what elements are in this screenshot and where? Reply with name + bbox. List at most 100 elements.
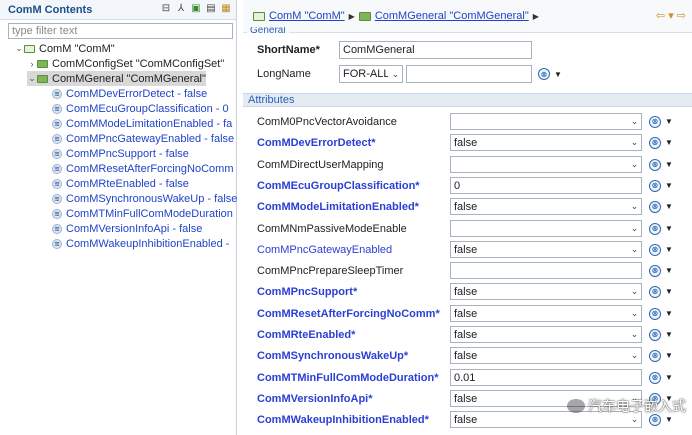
tree-node-configset[interactable]: › ComMConfigSet "ComMConfigSet" [27, 56, 225, 71]
tree-leaf[interactable]: ≋ ComMTMinFullComModeDuration [52, 206, 233, 221]
attribute-value-select[interactable]: false ⌄ [450, 347, 642, 364]
watermark-text: 汽车电子嵌入式 [588, 398, 686, 414]
reset-value-icon[interactable]: ⊗ [649, 243, 661, 256]
reset-value-icon[interactable]: ⊗ [649, 264, 661, 277]
chevron-down-icon[interactable]: ⌄ [627, 221, 641, 236]
longname-input[interactable] [406, 65, 532, 83]
dropdown-arrow-icon[interactable]: ▼ [665, 138, 673, 147]
reset-value-icon[interactable]: ⊗ [649, 285, 661, 298]
attribute-value-select[interactable]: false ⌄ [450, 198, 642, 215]
wechat-logo-icon [567, 399, 585, 413]
tree-leaf[interactable]: ≋ ComMDevErrorDetect - false [52, 86, 207, 101]
attribute-value-select[interactable]: ⌄ [450, 220, 642, 237]
reset-value-icon[interactable]: ⊗ [649, 307, 661, 320]
chevron-down-icon[interactable]: ⌄ [627, 157, 641, 172]
attribute-row: ComMDevErrorDetect* false ⌄ ⊗ ▼ [257, 132, 692, 153]
chevron-down-icon[interactable]: ⌄ [627, 306, 641, 321]
chevron-down-icon[interactable]: ⌄ [627, 327, 641, 342]
tree-node-general[interactable]: ⌄ ComMGeneral "ComMGeneral" [27, 71, 206, 86]
attribute-value-select[interactable]: ⌄ [450, 113, 642, 130]
dropdown-arrow-icon[interactable]: ▼ [665, 287, 673, 296]
tree-leaf[interactable]: ≋ ComMVersionInfoApi - false [52, 221, 202, 236]
dropdown-arrow-icon[interactable]: ▼ [665, 351, 673, 360]
attribute-name: ComMNmPassiveModeEnable [257, 222, 407, 235]
view-menu-icon[interactable]: ▦ [220, 3, 232, 15]
shortname-input[interactable]: ComMGeneral [339, 41, 532, 59]
dropdown-arrow-icon[interactable]: ▼ [665, 309, 673, 318]
reset-value-icon[interactable]: ⊗ [649, 371, 661, 384]
tree-leaf[interactable]: ≋ ComMWakeupInhibitionEnabled - [52, 236, 229, 251]
folder-icon [37, 74, 48, 83]
attribute-name: ComMWakeupInhibitionEnabled* [257, 413, 429, 426]
reset-value-icon[interactable]: ⊗ [649, 136, 661, 149]
tree-leaf[interactable]: ≋ ComMResetAfterForcingNoComm [52, 161, 233, 176]
longname-language-select[interactable]: FOR-ALL ⌄ [339, 65, 403, 83]
tree-leaf-label: ComMRteEnabled - false [66, 177, 189, 190]
parameter-icon: ≋ [52, 148, 62, 159]
expand-chevron-icon[interactable]: › [27, 59, 37, 69]
reset-value-icon[interactable]: ⊗ [649, 179, 661, 192]
reset-value-icon[interactable]: ⊗ [649, 222, 661, 235]
tree-leaf[interactable]: ≋ ComMSynchronousWakeUp - false [52, 191, 237, 206]
attribute-row: ComMPncGatewayEnabled false ⌄ ⊗ ▼ [257, 239, 692, 260]
chevron-down-icon[interactable]: ⌄ [627, 199, 641, 214]
back-navigation-icon[interactable]: ⇦ ▾ ⇨ [656, 9, 686, 22]
dropdown-arrow-icon[interactable]: ▼ [665, 202, 673, 211]
dropdown-arrow-icon[interactable]: ▼ [665, 330, 673, 339]
reset-value-icon[interactable]: ⊗ [538, 68, 550, 80]
dropdown-arrow-icon[interactable]: ▼ [665, 245, 673, 254]
attribute-value-select[interactable]: false ⌄ [450, 241, 642, 258]
longname-label: LongName [257, 68, 311, 80]
filter-icon[interactable]: ⅄ [175, 3, 187, 15]
filter-input[interactable] [8, 23, 233, 39]
parameter-icon: ≋ [52, 103, 62, 114]
attribute-value-select[interactable]: false ⌄ [450, 305, 642, 322]
contents-header: ComM Contents ⊟ ⅄ ▣ ▤ ▦ [0, 0, 236, 20]
reset-value-icon[interactable]: ⊗ [649, 200, 661, 213]
folder-icon [37, 59, 48, 68]
tree-leaf[interactable]: ≋ ComMPncSupport - false [52, 146, 189, 161]
attribute-value-input[interactable] [450, 262, 642, 279]
attribute-value-select[interactable]: false ⌄ [450, 326, 642, 343]
chevron-down-icon[interactable]: ⌄ [627, 348, 641, 363]
dropdown-arrow-icon[interactable]: ▼ [665, 224, 673, 233]
attribute-value-input[interactable]: 0 [450, 177, 642, 194]
dropdown-arrow-icon[interactable]: ▼ [665, 373, 673, 382]
parameter-icon: ≋ [52, 178, 62, 189]
dropdown-arrow-icon[interactable]: ▼ [665, 181, 673, 190]
attribute-value-select[interactable]: ⌄ [450, 156, 642, 173]
reset-value-icon[interactable]: ⊗ [649, 158, 661, 171]
collapse-chevron-icon[interactable]: ⌄ [27, 73, 37, 84]
breadcrumb-link-comm[interactable]: ComM "ComM" [269, 10, 345, 22]
tree-leaf[interactable]: ≋ ComMEcuGroupClassification - 0 [52, 101, 229, 116]
tree-node-comm[interactable]: ⌄ ComM "ComM" [14, 41, 114, 56]
chevron-down-icon[interactable]: ⌄ [627, 284, 641, 299]
link-editor-icon[interactable]: ▣ [190, 3, 202, 15]
reset-value-icon[interactable]: ⊗ [649, 328, 661, 341]
dropdown-arrow-icon[interactable]: ▼ [554, 70, 562, 79]
section-general-label: General [247, 27, 289, 33]
chevron-down-icon[interactable]: ⌄ [627, 135, 641, 150]
reset-value-icon[interactable]: ⊗ [649, 349, 661, 362]
attribute-row: ComMTMinFullComModeDuration* 0.01 ⊗ ▼ [257, 367, 692, 388]
dropdown-arrow-icon[interactable]: ▼ [665, 415, 673, 424]
document-icon[interactable]: ▤ [205, 3, 217, 15]
reset-value-icon[interactable]: ⊗ [649, 115, 661, 128]
dropdown-arrow-icon[interactable]: ▼ [665, 266, 673, 275]
chevron-down-icon[interactable]: ⌄ [627, 242, 641, 257]
dropdown-arrow-icon[interactable]: ▼ [665, 117, 673, 126]
tree-leaf-label: ComMPncSupport - false [66, 147, 189, 160]
chevron-down-icon[interactable]: ⌄ [627, 114, 641, 129]
attribute-value-select[interactable]: false ⌄ [450, 283, 642, 300]
tree-leaf[interactable]: ≋ ComMRteEnabled - false [52, 176, 189, 191]
collapse-all-icon[interactable]: ⊟ [160, 3, 172, 15]
tree-leaf[interactable]: ≋ ComMModeLimitationEnabled - fa [52, 116, 232, 131]
dropdown-arrow-icon[interactable]: ▼ [665, 160, 673, 169]
tree-leaf[interactable]: ≋ ComMPncGatewayEnabled - false [52, 131, 234, 146]
chevron-down-icon[interactable]: ⌄ [388, 66, 402, 82]
breadcrumb-link-general[interactable]: ComMGeneral "ComMGeneral" [375, 10, 529, 22]
collapse-chevron-icon[interactable]: ⌄ [14, 43, 24, 54]
attribute-value-select[interactable]: false ⌄ [450, 134, 642, 151]
tree-leaf-label: ComMVersionInfoApi - false [66, 222, 203, 235]
attribute-value-input[interactable]: 0.01 [450, 369, 642, 386]
